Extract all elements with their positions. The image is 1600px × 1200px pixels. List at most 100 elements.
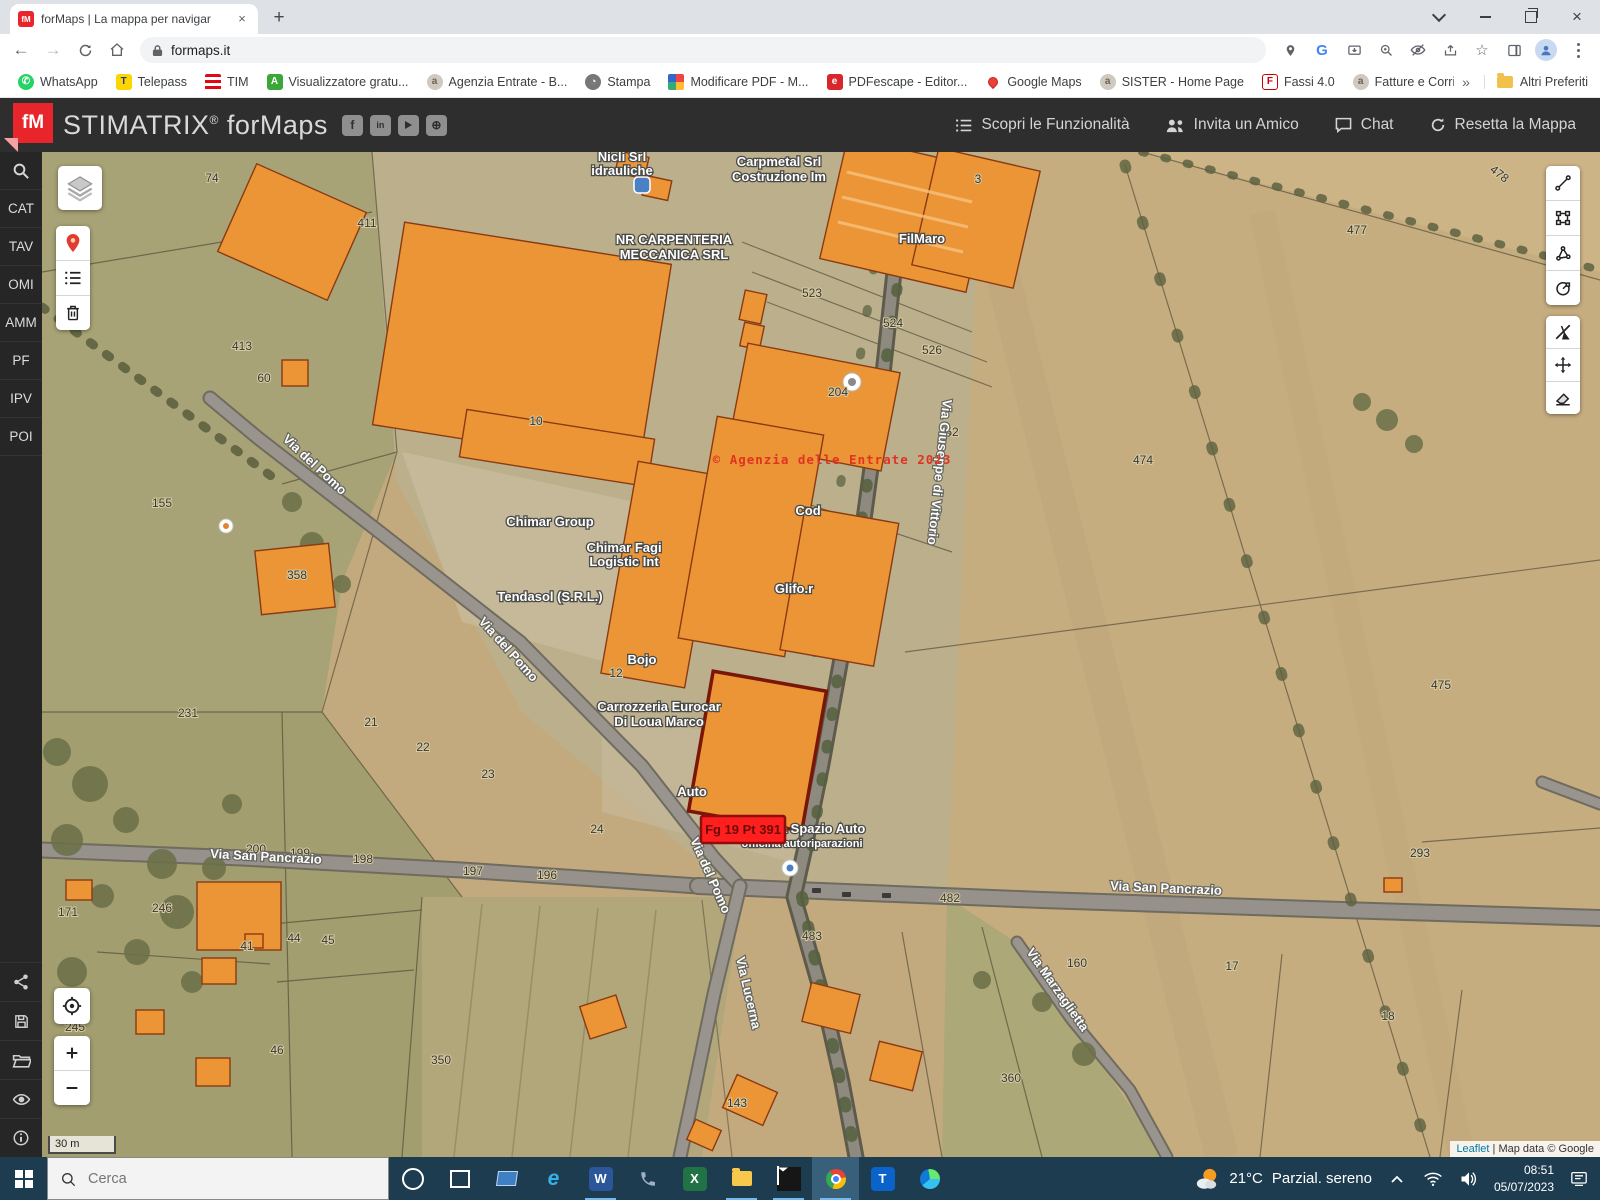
cancel-draw-button[interactable] (1546, 316, 1580, 349)
sidebar-item-tav[interactable]: TAV (0, 228, 42, 266)
browser-menu-icon[interactable] (1564, 37, 1592, 63)
google-icon[interactable]: G (1308, 37, 1336, 63)
remote-desktop-button[interactable] (483, 1157, 530, 1200)
save-button[interactable] (0, 1001, 42, 1040)
info-button[interactable] (0, 1118, 42, 1157)
taskbar-search[interactable] (47, 1157, 389, 1200)
address-bar[interactable]: formaps.it (140, 37, 1266, 63)
action-center-button[interactable] (1568, 1168, 1590, 1190)
task-view-button[interactable] (436, 1157, 483, 1200)
mail-app-button[interactable] (765, 1157, 812, 1200)
menu-invita-amico[interactable]: Invita un Amico (1166, 116, 1299, 134)
install-icon[interactable] (1340, 37, 1368, 63)
layers-button[interactable] (58, 166, 102, 210)
share-icon[interactable] (1436, 37, 1464, 63)
bookmark-agenzia-entrate[interactable]: Agenzia Entrate - B... (421, 71, 574, 93)
tray-chevron-button[interactable] (1386, 1168, 1408, 1190)
website-globe-icon[interactable]: ⊕ (426, 115, 447, 136)
browser-tab[interactable]: fM forMaps | La mappa per navigar (10, 4, 258, 34)
sidebar-item-cat[interactable]: CAT (0, 190, 42, 228)
close-window-button[interactable] (1554, 0, 1600, 34)
menu-scopri-funzionalita[interactable]: Scopri le Funzionalità (955, 116, 1129, 134)
bookmark-modificare-pdf[interactable]: Modificare PDF - M... (662, 71, 814, 93)
phone-app-button[interactable] (624, 1157, 671, 1200)
excel-button[interactable]: X (671, 1157, 718, 1200)
bookmark-tim[interactable]: TIM (199, 71, 255, 93)
measure-polygon-icon (1554, 244, 1572, 262)
measure-circle-button[interactable] (1546, 271, 1580, 305)
parcel-number: 41 (240, 939, 254, 953)
taskbar-clock[interactable]: 08:51 05/07/2023 (1494, 1162, 1554, 1194)
erase-shapes-button[interactable] (1546, 382, 1580, 414)
url-text: formaps.it (171, 43, 230, 58)
reload-button[interactable] (72, 37, 98, 63)
sidebar-item-pf[interactable]: PF (0, 342, 42, 380)
taskbar-weather[interactable]: 21°C Parzial. sereno (1194, 1167, 1372, 1191)
cortana-button[interactable] (389, 1157, 436, 1200)
measure-area-button[interactable] (1546, 201, 1580, 236)
locate-button[interactable] (54, 988, 90, 1024)
tray-network-button[interactable] (1422, 1168, 1444, 1190)
pan-map-button[interactable] (1546, 349, 1580, 382)
bookmark-sister[interactable]: SISTER - Home Page (1094, 71, 1250, 93)
clear-markers-button[interactable] (56, 296, 90, 330)
bookmark-fatture[interactable]: Fatture e Corrispetti... (1347, 71, 1454, 93)
internet-explorer-button[interactable]: e (530, 1157, 577, 1200)
facebook-icon[interactable]: f (342, 115, 363, 136)
sidebar-item-amm[interactable]: AMM (0, 304, 42, 342)
close-tab-icon[interactable] (234, 11, 250, 27)
bookmark-whatsapp[interactable]: WhatsApp (12, 71, 104, 93)
other-bookmarks-button[interactable]: Altri Preferiti (1484, 75, 1588, 89)
sidebar-item-ipv[interactable]: IPV (0, 380, 42, 418)
bookmark-telepass[interactable]: Telepass (110, 71, 193, 93)
linkedin-icon[interactable]: in (370, 115, 391, 136)
side-panel-icon[interactable] (1500, 37, 1528, 63)
sidebar-item-poi[interactable]: POI (0, 418, 42, 456)
youtube-icon[interactable] (398, 115, 419, 136)
bookmark-star-icon[interactable]: ☆ (1468, 37, 1496, 63)
profile-avatar[interactable] (1532, 37, 1560, 63)
minimize-button[interactable] (1462, 0, 1508, 34)
word-button[interactable]: W (577, 1157, 624, 1200)
new-tab-button[interactable] (266, 6, 292, 32)
back-button[interactable]: ← (8, 37, 34, 63)
zoom-out-button[interactable] (54, 1071, 90, 1105)
marker-tool-button[interactable] (56, 226, 90, 261)
results-list-button[interactable] (56, 261, 90, 296)
bookmark-stampa[interactable]: Stampa (579, 71, 656, 93)
tab-search-icon[interactable] (1416, 0, 1462, 34)
sidebar-search-button[interactable] (0, 152, 42, 190)
location-icon[interactable] (1276, 37, 1304, 63)
zoom-in-button[interactable] (54, 1036, 90, 1071)
wifi-icon (1423, 1171, 1443, 1187)
menu-chat[interactable]: Chat (1335, 116, 1394, 134)
bookmark-pdfescape[interactable]: PDFescape - Editor... (821, 71, 974, 93)
map-render: 74 411 413 60 10 155 358 231 21 22 23 24… (42, 152, 1600, 1157)
open-folder-button[interactable] (0, 1040, 42, 1079)
forward-button[interactable]: → (40, 37, 66, 63)
measure-polygon-button[interactable] (1546, 236, 1580, 271)
leaflet-link[interactable]: Leaflet (1456, 1143, 1489, 1155)
share-map-button[interactable] (0, 962, 42, 1001)
teams-app-button[interactable]: T (859, 1157, 906, 1200)
map-canvas[interactable]: 74 411 413 60 10 155 358 231 21 22 23 24… (42, 152, 1600, 1157)
start-button[interactable] (0, 1157, 47, 1200)
bookmark-visualizzatore[interactable]: Visualizzatore gratu... (261, 71, 415, 93)
sidebar-item-omi[interactable]: OMI (0, 266, 42, 304)
formaps-logo[interactable]: fM (13, 103, 53, 143)
bookmark-fassi[interactable]: Fassi 4.0 (1256, 71, 1341, 93)
visibility-button[interactable] (0, 1079, 42, 1118)
file-manager-button[interactable] (718, 1157, 765, 1200)
zoom-icon[interactable] (1372, 37, 1400, 63)
menu-resetta-mappa[interactable]: Resetta la Mappa (1430, 116, 1577, 134)
eye-off-icon[interactable] (1404, 37, 1432, 63)
restore-button[interactable] (1508, 0, 1554, 34)
bookmarks-overflow-button[interactable]: » (1454, 74, 1478, 90)
measure-distance-button[interactable] (1546, 166, 1580, 201)
bookmark-google-maps[interactable]: Google Maps (979, 71, 1087, 93)
ed​ge-button[interactable] (906, 1157, 953, 1200)
chrome-button[interactable] (812, 1157, 859, 1200)
tray-volume-button[interactable] (1458, 1168, 1480, 1190)
taskbar-search-input[interactable] (86, 1170, 340, 1188)
home-button[interactable] (104, 37, 130, 63)
